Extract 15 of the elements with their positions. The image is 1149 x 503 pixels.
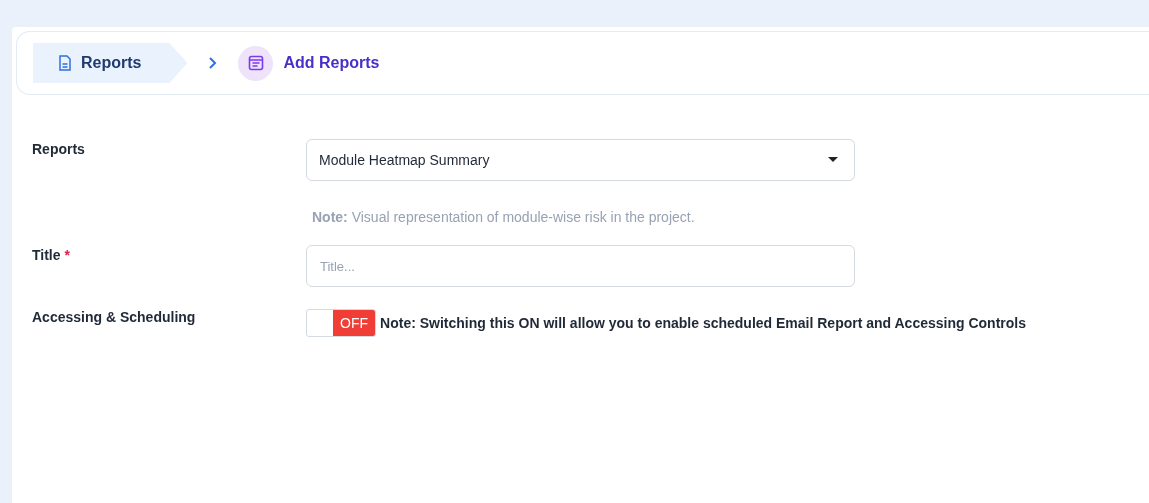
- chevron-right-icon: [208, 56, 219, 70]
- field-label: Accessing & Scheduling: [32, 309, 196, 325]
- breadcrumb-item[interactable]: Reports: [33, 43, 188, 83]
- toggle-switch[interactable]: OFF: [306, 309, 377, 337]
- title-field[interactable]: Title...: [306, 245, 855, 287]
- caret-icon: [828, 157, 838, 163]
- toggle-note: Note: Switching this ON will allow you to enable scheduled Email Report and Accessing Controls: [380, 315, 1026, 331]
- report-select[interactable]: Module Heatmap Summary: [306, 139, 855, 181]
- field-label: Title: [32, 247, 61, 263]
- field-label: Reports: [32, 141, 85, 157]
- breadcrumb-item[interactable]: Add Reports: [238, 45, 380, 81]
- list-icon: [238, 45, 274, 81]
- document-icon: [59, 55, 71, 71]
- required-mark: *: [64, 247, 70, 263]
- field-note: Note: Visual representation of module-wise risk in the project.: [311, 209, 696, 225]
